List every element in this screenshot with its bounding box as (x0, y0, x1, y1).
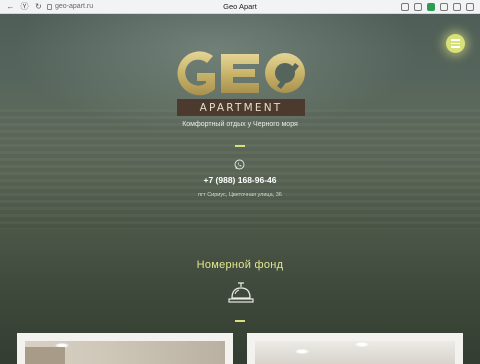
browser-toolbar: ← Ⓨ ↻ geo-apart.ru Geo Apart (0, 0, 480, 14)
hero-section: APARTMENT Комфортный отдых у Черного мор… (0, 14, 480, 364)
address-bar[interactable]: geo-apart.ru (47, 2, 93, 12)
extensions-menu-icon[interactable] (440, 2, 448, 11)
back-icon[interactable]: ← (6, 2, 15, 11)
room-card[interactable] (17, 333, 233, 364)
downloads-icon[interactable] (453, 2, 461, 11)
curtain (25, 347, 65, 364)
ceiling-lamp (355, 342, 369, 347)
lock-icon (47, 3, 52, 10)
logo-apartment-text: APARTMENT (199, 101, 283, 114)
logo-geo-mark (177, 51, 305, 96)
bookmark-icon[interactable] (401, 2, 409, 11)
logo[interactable] (173, 49, 309, 97)
tagline: Комфортный отдых у Черного моря (182, 121, 298, 128)
room-photo (25, 341, 225, 364)
url-text: geo-apart.ru (55, 3, 94, 10)
phone-number[interactable]: +7 (988) 168-96-46 (0, 175, 480, 185)
profile-icon[interactable] (466, 2, 474, 11)
yandex-icon[interactable]: Ⓨ (20, 2, 29, 11)
divider (235, 145, 245, 147)
hamburger-icon (451, 39, 460, 41)
logo-apartment-bar: APARTMENT (177, 99, 305, 116)
divider (235, 320, 245, 322)
reload-icon[interactable]: ↻ (34, 2, 43, 11)
ceiling-lamp (295, 349, 309, 354)
room-card[interactable] (247, 333, 463, 364)
address: пгт Сириус, Цветочная улица, 36 (198, 192, 282, 198)
menu-button[interactable] (446, 34, 465, 53)
reception-bell-icon (228, 282, 254, 303)
room-photo (255, 341, 455, 364)
extension-icon[interactable] (427, 2, 435, 11)
whatsapp-icon[interactable] (234, 159, 245, 170)
section-title-rooms: Номерной фонд (196, 259, 284, 271)
download-icon[interactable] (414, 2, 422, 11)
